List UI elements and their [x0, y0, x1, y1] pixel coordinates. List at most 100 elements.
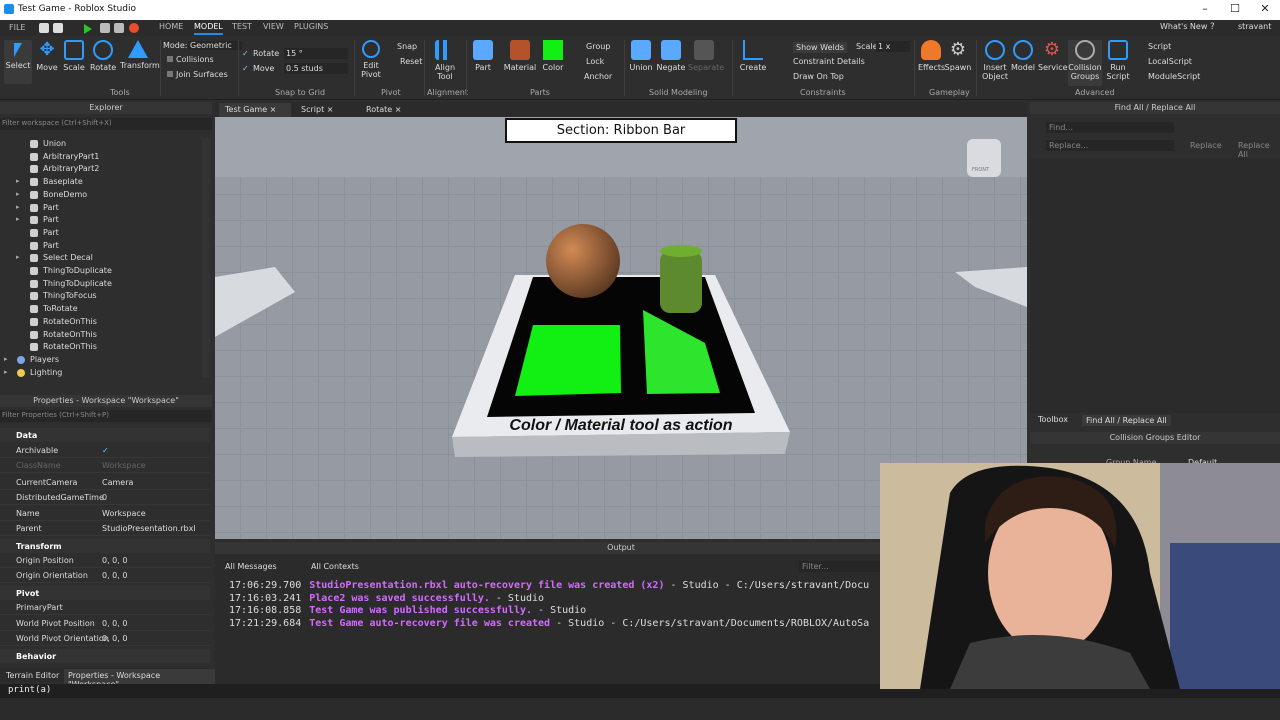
tab-test-game[interactable]: Test Game × — [219, 103, 291, 117]
constraint-scale-input[interactable]: 1 x — [876, 41, 910, 52]
find-input[interactable]: Find... — [1046, 122, 1174, 133]
messages-filter-dropdown[interactable]: All Messages — [225, 562, 289, 571]
create-constraint-button[interactable]: Create — [738, 40, 768, 72]
mode-dropdown[interactable]: Geometric — [188, 41, 242, 50]
undo-icon[interactable] — [100, 23, 110, 33]
explorer-item[interactable]: ▸ Part — [0, 214, 200, 226]
close-tab-icon[interactable]: × — [270, 105, 277, 114]
draw-on-top-toggle[interactable]: Draw On Top — [793, 72, 844, 81]
explorer-item[interactable]: ArbitraryPart2 — [0, 163, 200, 175]
explorer-filter-input[interactable]: Filter workspace (Ctrl+Shift+X) — [0, 118, 212, 130]
explorer-item[interactable]: ▸ Select Decal — [0, 252, 200, 264]
explorer-item[interactable]: Part — [0, 240, 200, 252]
property-row[interactable]: Origin Position 0, 0, 0 — [0, 553, 210, 568]
explorer-service-players[interactable]: ▸ Players — [0, 354, 200, 366]
expand-arrow-icon[interactable]: ▸ — [16, 215, 20, 223]
explorer-item[interactable]: ▸ BoneDemo — [0, 189, 200, 201]
property-value[interactable]: Camera — [102, 478, 133, 487]
run-script-button[interactable]: Run Script — [1104, 40, 1132, 81]
explorer-item[interactable]: RotateOnThis — [0, 316, 200, 328]
section-behavior[interactable]: Behavior — [0, 649, 210, 663]
file-menu[interactable]: FILE — [9, 23, 25, 32]
rotate-tool-button[interactable]: Rotate — [90, 40, 116, 72]
expand-arrow-icon[interactable]: ▸ — [4, 368, 8, 376]
tab-plugins[interactable]: PLUGINS — [294, 22, 328, 31]
pivot-snap-toggle[interactable]: Snap — [397, 42, 417, 51]
property-value[interactable]: 0, 0, 0 — [102, 619, 127, 628]
help-icon[interactable]: ? — [1210, 22, 1215, 32]
explorer-item[interactable]: ThingToDuplicate — [0, 278, 200, 290]
close-tab-icon[interactable]: × — [395, 105, 402, 114]
lock-button[interactable]: Lock — [586, 57, 604, 66]
contexts-filter-dropdown[interactable]: All Contexts — [311, 562, 371, 571]
join-surfaces-toggle[interactable]: Join Surfaces — [176, 70, 228, 79]
open-icon[interactable] — [53, 23, 63, 33]
tab-rotate[interactable]: Rotate × — [360, 103, 420, 117]
explorer-service-lighting[interactable]: ▸ Lighting — [0, 367, 200, 379]
replace-all-button[interactable]: Replace All — [1238, 141, 1280, 159]
property-row[interactable]: Parent StudioPresentation.rbxl — [0, 521, 210, 536]
roblox-icon[interactable] — [129, 23, 139, 33]
property-value[interactable]: 0 — [102, 493, 107, 502]
expand-arrow-icon[interactable]: ▸ — [16, 177, 20, 185]
maximize-button[interactable]: ☐ — [1220, 2, 1250, 18]
expand-arrow-icon[interactable]: ▸ — [16, 203, 20, 211]
property-value[interactable]: 0, 0, 0 — [102, 571, 127, 580]
property-row[interactable]: Archivable ✓ — [0, 443, 210, 458]
tab-test[interactable]: TEST — [232, 22, 252, 31]
service-button[interactable]: ⚙ Service — [1038, 40, 1068, 73]
property-row[interactable]: ClassName Workspace — [0, 458, 210, 473]
section-data[interactable]: Data — [0, 428, 210, 442]
explorer-item[interactable]: ThingToDuplicate — [0, 265, 200, 277]
local-script-button[interactable]: LocalScript — [1148, 57, 1192, 66]
explorer-scrollbar[interactable] — [202, 138, 210, 378]
property-row[interactable]: World Pivot Orientation 0, 0, 0 — [0, 631, 210, 646]
expand-arrow-icon[interactable]: ▸ — [16, 253, 20, 261]
explorer-item[interactable]: ▸ Part — [0, 202, 200, 214]
explorer-item[interactable]: ToRotate — [0, 303, 200, 315]
properties-filter-input[interactable]: Filter Properties (Ctrl+Shift+P) — [0, 410, 212, 422]
color-button[interactable]: Color — [540, 40, 566, 72]
replace-button[interactable]: Replace — [1190, 141, 1222, 150]
property-value[interactable]: 0, 0, 0 — [102, 556, 127, 565]
transform-tool-button[interactable]: Transform — [120, 40, 160, 70]
explorer-item[interactable]: ThingToFocus — [0, 290, 200, 302]
model-button[interactable]: Model — [1010, 40, 1036, 72]
spawn-button[interactable]: ⚙ Spawn — [944, 40, 972, 73]
script-button[interactable]: Script — [1148, 42, 1171, 51]
group-button[interactable]: Group — [586, 42, 610, 51]
user-name[interactable]: stravant — [1238, 22, 1271, 31]
module-script-button[interactable]: ModuleScript — [1148, 72, 1200, 81]
new-icon[interactable] — [39, 23, 49, 33]
tab-script[interactable]: Script × — [295, 103, 355, 117]
pivot-reset-button[interactable]: Reset — [400, 57, 422, 66]
explorer-item[interactable]: RotateOnThis — [0, 329, 200, 341]
property-value[interactable]: Workspace — [102, 509, 146, 518]
explorer-item[interactable]: ▸ Baseplate — [0, 176, 200, 188]
tab-find-all[interactable]: Find All / Replace All — [1082, 415, 1171, 426]
explorer-item[interactable]: ArbitraryPart1 — [0, 151, 200, 163]
expand-arrow-icon[interactable]: ▸ — [4, 355, 8, 363]
edit-pivot-button[interactable]: Edit Pivot — [358, 40, 384, 79]
negate-button[interactable]: Negate — [656, 40, 686, 72]
tab-terrain-editor[interactable]: Terrain Editor — [6, 671, 59, 680]
collision-groups-button[interactable]: Collision Groups — [1068, 40, 1102, 86]
close-tab-icon[interactable]: × — [327, 105, 334, 114]
property-row[interactable]: DistributedGameTime 0 — [0, 490, 210, 505]
property-row[interactable]: PrimaryPart — [0, 600, 210, 615]
property-row[interactable]: Origin Orientation 0, 0, 0 — [0, 568, 210, 583]
play-icon[interactable] — [84, 24, 92, 34]
tab-view[interactable]: VIEW — [263, 22, 284, 31]
tools-icon[interactable] — [114, 23, 124, 33]
move-tool-button[interactable]: ✥ Move — [36, 40, 58, 73]
tab-model[interactable]: MODEL — [194, 22, 223, 35]
anchor-button[interactable]: Anchor — [584, 72, 612, 81]
expand-arrow-icon[interactable]: ▸ — [16, 190, 20, 198]
explorer-item[interactable]: Part — [0, 227, 200, 239]
replace-input[interactable]: Replace... — [1046, 140, 1174, 151]
effects-button[interactable]: Effects — [918, 40, 945, 72]
section-pivot[interactable]: Pivot — [0, 586, 210, 600]
explorer-item[interactable]: Union — [0, 138, 200, 150]
property-value[interactable]: 0, 0, 0 — [102, 634, 127, 643]
move-snap-input[interactable]: 0.5 studs — [284, 63, 348, 74]
